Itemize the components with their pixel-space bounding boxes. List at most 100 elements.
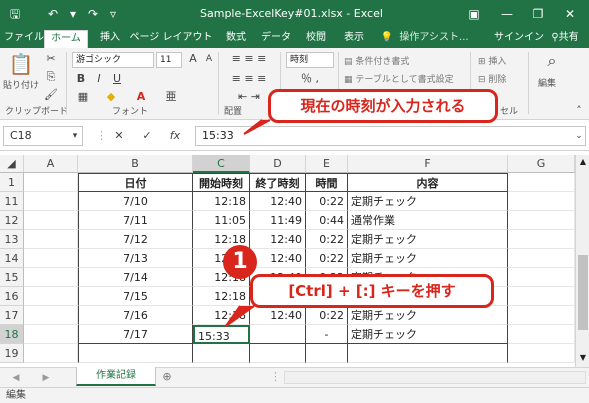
column-header[interactable]: F (348, 155, 508, 173)
table-cell[interactable]: 0:44 (306, 211, 348, 230)
tab-splitter-icon[interactable]: ⋮ (270, 370, 281, 384)
column-header[interactable]: B (78, 155, 193, 173)
table-cell[interactable]: 定期チェック (348, 306, 508, 325)
collapse-ribbon-icon[interactable]: ˄ (572, 104, 586, 118)
header-cell[interactable]: 日付 (78, 173, 193, 192)
table-cell[interactable]: 0:22 (306, 249, 348, 268)
enter-icon[interactable]: ✓ (140, 129, 154, 143)
table-cell[interactable]: 11:49 (250, 211, 306, 230)
italic-button[interactable]: I (92, 72, 106, 86)
prev-sheet-icon[interactable]: ◀ (10, 371, 22, 385)
row-header[interactable]: 17 (0, 306, 24, 325)
row-header[interactable]: 12 (0, 211, 24, 230)
row-header[interactable]: 11 (0, 192, 24, 211)
header-cell[interactable]: 内容 (348, 173, 508, 192)
number-format-select[interactable]: 時刻 (286, 52, 334, 68)
table-cell[interactable]: 7/14 (78, 268, 193, 287)
table-cell[interactable] (508, 211, 575, 230)
column-header[interactable]: E (306, 155, 348, 173)
scroll-thumb[interactable] (578, 255, 588, 330)
header-cell[interactable] (24, 173, 78, 192)
header-cell[interactable]: 終了時刻 (250, 173, 306, 192)
borders-icon[interactable]: ▦ (76, 90, 90, 104)
tab-review[interactable]: 校閲 (302, 30, 330, 48)
font-name-select[interactable]: 游ゴシック (72, 52, 154, 68)
sheet-tab-active[interactable]: 作業記録 (76, 367, 156, 386)
table-cell[interactable]: 12:40 (250, 230, 306, 249)
table-cell[interactable] (78, 344, 193, 363)
format-painter-icon[interactable]: 🖌 (44, 88, 58, 102)
table-cell[interactable]: 通常作業 (348, 211, 508, 230)
table-cell[interactable]: 7/13 (78, 249, 193, 268)
expand-formula-icon[interactable]: ⌄ (574, 129, 584, 143)
table-cell[interactable]: 7/12 (78, 230, 193, 249)
paste-icon[interactable]: 📋 (6, 52, 36, 76)
tab-file[interactable]: ファイル (4, 30, 44, 48)
paste-label[interactable]: 貼り付け (3, 78, 39, 91)
font-color-button[interactable]: A (134, 90, 148, 104)
table-cell[interactable] (508, 306, 575, 325)
table-cell[interactable] (508, 344, 575, 363)
table-cell[interactable]: 0:22 (306, 306, 348, 325)
column-header[interactable]: G (508, 155, 575, 173)
insert-function-icon[interactable]: fx (166, 129, 184, 143)
header-cell[interactable]: 時間 (306, 173, 348, 192)
table-cell[interactable]: 定期チェック (348, 249, 508, 268)
tab-insert[interactable]: 挿入 (96, 30, 124, 48)
align-top-icons[interactable]: ≡ ≡ ≡ (224, 52, 274, 66)
tab-page-layout[interactable]: ページ レイアウト (128, 30, 214, 48)
indent-icons[interactable]: ⇤ ⇥ (224, 90, 274, 104)
edit-group-button[interactable]: 編集 (538, 76, 556, 89)
table-cell[interactable]: 定期チェック (348, 192, 508, 211)
name-box-dropdown-icon[interactable]: ▾ (70, 129, 80, 143)
phonetic-icon[interactable]: 亜 (164, 90, 178, 104)
table-cell[interactable]: 7/16 (78, 306, 193, 325)
column-header[interactable]: A (24, 155, 78, 173)
table-cell[interactable]: 12:40 (250, 192, 306, 211)
header-cell[interactable]: 開始時刻 (193, 173, 250, 192)
customize-quick-access-icon[interactable]: ▿ (104, 5, 122, 23)
table-cell[interactable] (508, 192, 575, 211)
row-header[interactable]: 19 (0, 344, 24, 363)
scroll-down-icon[interactable]: ▼ (578, 353, 588, 363)
table-cell[interactable] (24, 268, 78, 287)
worksheet-grid[interactable]: ◢ A B C D E F G 1 日付 開始時刻 終了時刻 時間 内容 11 7/10 12:… (0, 155, 575, 367)
table-cell[interactable]: 11:05 (193, 211, 250, 230)
number-format-icons[interactable]: ％ , (288, 72, 332, 86)
undo-icon[interactable]: ↶ (44, 5, 62, 23)
maximize-icon[interactable]: ❐ (528, 4, 548, 24)
table-cell[interactable] (508, 268, 575, 287)
table-cell[interactable] (508, 230, 575, 249)
save-icon[interactable]: 🖫 (6, 5, 24, 23)
table-cell[interactable] (306, 344, 348, 363)
table-cell[interactable]: 定期チェック (348, 230, 508, 249)
header-cell[interactable] (508, 173, 575, 192)
column-header[interactable]: D (250, 155, 306, 173)
row-header[interactable]: 1 (0, 173, 24, 192)
table-cell[interactable]: - (306, 325, 348, 344)
fill-color-icon[interactable]: ◆ (104, 90, 118, 104)
underline-button[interactable]: U (110, 72, 124, 86)
cut-icon[interactable]: ✂ (44, 52, 58, 66)
align-horizontal-icons[interactable]: ≡ ≡ ≡ (224, 72, 274, 86)
edit-search-icon[interactable]: ⌕ (540, 53, 564, 69)
row-header[interactable]: 16 (0, 287, 24, 306)
bold-button[interactable]: B (74, 72, 88, 86)
table-cell[interactable] (24, 192, 78, 211)
table-cell[interactable]: 0:22 (306, 192, 348, 211)
table-cell[interactable]: 12:18 (193, 192, 250, 211)
shrink-font-icon[interactable]: A (202, 52, 216, 66)
conditional-format-button[interactable]: ▤ 条件付き書式 (344, 54, 409, 67)
horizontal-scrollbar[interactable] (284, 371, 586, 384)
grow-font-icon[interactable]: A (186, 52, 200, 66)
minimize-icon[interactable]: — (497, 4, 517, 24)
undo-dropdown-icon[interactable]: ▾ (64, 5, 82, 23)
table-cell[interactable]: 定期チェック (348, 325, 508, 344)
row-header[interactable]: 13 (0, 230, 24, 249)
column-header[interactable]: C (193, 155, 250, 173)
tab-home[interactable]: ホーム (44, 30, 88, 48)
tab-view[interactable]: 表示 (340, 30, 368, 48)
table-cell[interactable]: 7/17 (78, 325, 193, 344)
table-cell[interactable] (348, 344, 508, 363)
table-cell[interactable]: 7/11 (78, 211, 193, 230)
